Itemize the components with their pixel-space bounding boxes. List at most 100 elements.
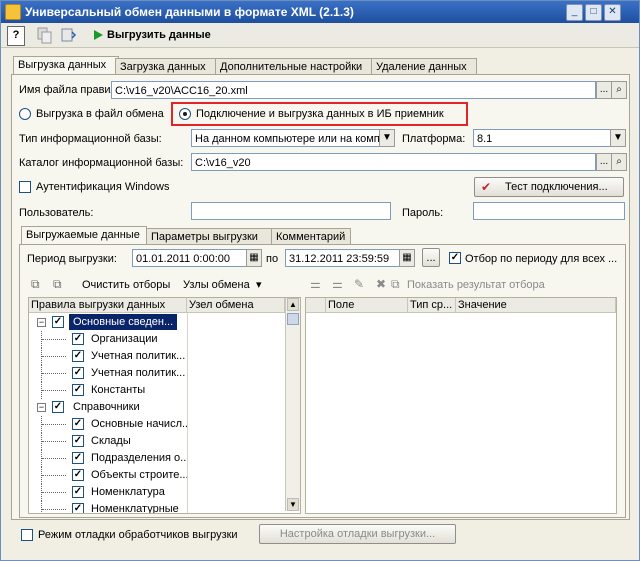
rules-file-open-button[interactable]: ⌕ bbox=[611, 81, 627, 99]
show-filter-result-button[interactable]: Показать результат отбора bbox=[407, 278, 545, 292]
tab-export[interactable]: Выгрузка данных bbox=[13, 56, 119, 75]
tree-row[interactable]: ✓ Склады bbox=[29, 433, 285, 450]
platform-select[interactable]: 8.1 bbox=[473, 129, 611, 147]
auth-windows-label: Аутентификация Windows bbox=[36, 181, 170, 193]
close-button[interactable]: ✕ bbox=[604, 4, 621, 21]
scroll-thumb[interactable] bbox=[287, 313, 299, 325]
scroll-down-icon[interactable]: ▼ bbox=[287, 498, 299, 511]
rules-column-header[interactable]: Правила выгрузки данных bbox=[29, 298, 187, 313]
period-select-button[interactable]: ... bbox=[422, 248, 440, 267]
tree-row[interactable]: ✓ Объекты строите... bbox=[29, 467, 285, 484]
tree-checkbox[interactable]: ✓ bbox=[52, 316, 64, 328]
tree-row[interactable]: ✓ Номенклатурные bbox=[29, 501, 285, 513]
minimize-button[interactable]: _ bbox=[566, 4, 583, 21]
tree-line bbox=[42, 509, 66, 510]
copy-icon[interactable] bbox=[35, 26, 53, 44]
copy-rules-icon[interactable]: ⧉ bbox=[53, 277, 62, 291]
tree-checkbox[interactable]: ✓ bbox=[72, 503, 84, 513]
tree-checkbox[interactable]: ✓ bbox=[72, 384, 84, 396]
db-type-dropdown-icon[interactable]: ▼ bbox=[379, 129, 395, 147]
auth-windows-checkbox[interactable] bbox=[19, 181, 31, 193]
db-type-select[interactable]: На данном компьютере или на комп bbox=[191, 129, 380, 147]
tree-row[interactable]: ✓ Учетная политик... bbox=[29, 348, 285, 365]
tree-line bbox=[42, 458, 66, 459]
test-connection-button[interactable]: ✔ Тест подключения... bbox=[474, 177, 624, 197]
password-input[interactable] bbox=[473, 202, 625, 220]
tab-delete[interactable]: Удаление данных bbox=[371, 58, 477, 75]
tab-export-params[interactable]: Параметры выгрузки bbox=[146, 228, 272, 245]
user-input[interactable] bbox=[191, 202, 391, 220]
tree-checkbox[interactable]: ✓ bbox=[52, 401, 64, 413]
tree-row[interactable]: ✓ Учетная политик... bbox=[29, 365, 285, 382]
period-from-input[interactable]: 01.01.2011 0:00:00 bbox=[132, 249, 247, 267]
tree-expander-icon[interactable]: − bbox=[37, 403, 46, 412]
db-catalog-browse-button[interactable]: ... bbox=[596, 153, 612, 171]
tree-checkbox[interactable]: ✓ bbox=[72, 350, 84, 362]
value-column-header[interactable]: Значение bbox=[456, 298, 616, 313]
rules-file-browse-button[interactable]: ... bbox=[596, 81, 612, 99]
tree-row-label: Константы bbox=[91, 384, 146, 396]
tree-row-label: Учетная политик... bbox=[91, 350, 186, 362]
export-to-db-radio[interactable] bbox=[179, 108, 191, 120]
tab-import[interactable]: Загрузка данных bbox=[115, 58, 219, 75]
title-bar: Универсальный обмен данными в формате XM… bbox=[1, 1, 639, 23]
tree-checkbox[interactable]: ✓ bbox=[72, 486, 84, 498]
tree-line bbox=[42, 475, 66, 476]
exchange-nodes-dropdown-icon[interactable]: ▾ bbox=[256, 278, 262, 292]
tree-row[interactable]: ✓ Константы bbox=[29, 382, 285, 399]
tree-checkbox[interactable]: ✓ bbox=[72, 435, 84, 447]
field-column-header[interactable]: Поле bbox=[326, 298, 408, 313]
maximize-button[interactable]: □ bbox=[585, 4, 602, 21]
tree-line bbox=[42, 492, 66, 493]
export-to-file-radio[interactable] bbox=[19, 108, 31, 120]
tree-checkbox[interactable]: ✓ bbox=[72, 333, 84, 345]
clear-filters-button[interactable]: Очистить отборы bbox=[82, 278, 170, 292]
tree-checkbox[interactable]: ✓ bbox=[72, 452, 84, 464]
add-group-icon[interactable]: ⚌ bbox=[332, 277, 343, 291]
tree-row-label: Номенклатура bbox=[91, 486, 165, 498]
rules-file-input[interactable]: C:\v16_v20\ACC16_20.xml bbox=[111, 81, 596, 99]
tree-checkbox[interactable]: ✓ bbox=[72, 418, 84, 430]
tree-row-label: Склады bbox=[91, 435, 131, 447]
tree-row[interactable]: ✓ Организации bbox=[29, 331, 285, 348]
tree-row[interactable]: ✓ Номенклатура bbox=[29, 484, 285, 501]
run-export-button[interactable]: Выгрузить данные bbox=[107, 28, 211, 46]
db-catalog-label: Каталог информационной базы: bbox=[19, 157, 184, 169]
edit-filter-icon[interactable]: ✎ bbox=[354, 277, 364, 291]
tab-comment[interactable]: Комментарий bbox=[271, 228, 351, 245]
tree-checkbox[interactable]: ✓ bbox=[72, 367, 84, 379]
tree-row[interactable]: ✓ Подразделения о... bbox=[29, 450, 285, 467]
paste-icon[interactable] bbox=[59, 26, 77, 44]
tree-row[interactable]: ✓ Основные начисл... bbox=[29, 416, 285, 433]
tree-line bbox=[42, 441, 66, 442]
rules-scrollbar[interactable]: ▲ ▼ bbox=[285, 298, 300, 511]
tree-expander-icon[interactable]: − bbox=[37, 318, 46, 327]
node-column-header[interactable]: Узел обмена bbox=[187, 298, 285, 313]
db-catalog-open-button[interactable]: ⌕ bbox=[611, 153, 627, 171]
tab-exported-data[interactable]: Выгружаемые данные bbox=[21, 226, 147, 245]
tree-row[interactable]: − ✓ Справочники bbox=[29, 399, 285, 416]
user-label: Пользователь: bbox=[19, 207, 94, 219]
delete-filter-icon[interactable]: ✖ bbox=[376, 277, 386, 291]
tree-line bbox=[42, 373, 66, 374]
scroll-up-icon[interactable]: ▲ bbox=[287, 298, 299, 311]
play-icon[interactable] bbox=[91, 26, 105, 44]
period-to-input[interactable]: 31.12.2011 23:59:59 bbox=[285, 249, 400, 267]
copy-filter-icon[interactable]: ⧉ bbox=[391, 277, 400, 291]
platform-dropdown-icon[interactable]: ▼ bbox=[610, 129, 626, 147]
tree-row[interactable]: − ✓ Основные сведен... bbox=[29, 314, 285, 331]
debug-mode-checkbox[interactable] bbox=[21, 529, 33, 541]
db-catalog-input[interactable]: C:\v16_v20 bbox=[191, 153, 596, 171]
period-filter-checkbox[interactable]: ✓ bbox=[449, 252, 461, 264]
select-all-icon[interactable]: ⧉ bbox=[31, 277, 40, 291]
compare-type-column-header[interactable]: Тип ср... bbox=[408, 298, 456, 313]
debug-settings-button[interactable]: Настройка отладки выгрузки... bbox=[259, 524, 456, 544]
exchange-nodes-button[interactable]: Узлы обмена bbox=[183, 278, 250, 292]
rules-file-label: Имя файла правил: bbox=[19, 84, 121, 96]
calendar-from-icon[interactable]: ▦ bbox=[246, 249, 262, 267]
calendar-to-icon[interactable]: ▦ bbox=[399, 249, 415, 267]
help-button[interactable]: ? bbox=[7, 26, 25, 46]
tree-checkbox[interactable]: ✓ bbox=[72, 469, 84, 481]
add-filter-icon[interactable]: ⚌ bbox=[310, 277, 321, 291]
tab-advanced[interactable]: Дополнительные настройки bbox=[215, 58, 375, 75]
